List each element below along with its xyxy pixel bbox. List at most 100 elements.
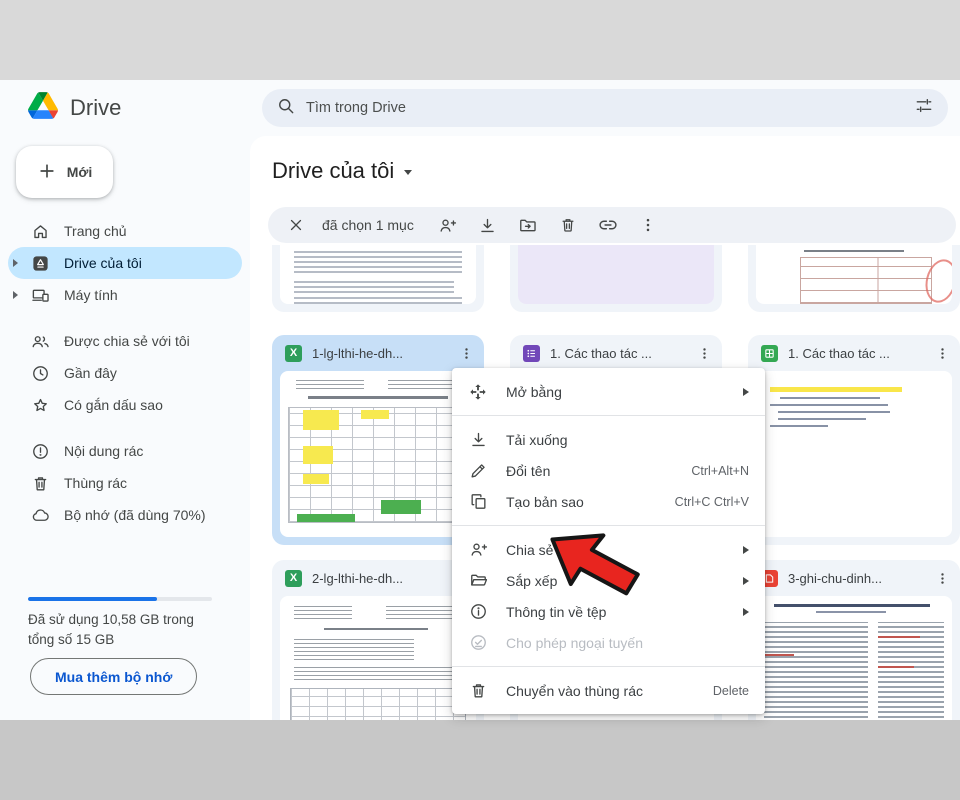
menu-item-download[interactable]: Tải xuống [452, 424, 765, 455]
sheets-file-icon [761, 345, 778, 362]
drive-logo-icon [28, 92, 58, 124]
menu-item-label: Tạo bản sao [506, 494, 584, 510]
file-more-button[interactable] [692, 341, 716, 365]
menu-item-label: Chuyển vào thùng rác [506, 683, 643, 699]
menu-item-label: Thông tin về tệp [506, 604, 606, 620]
letterbox-top [0, 0, 960, 80]
file-more-button[interactable] [930, 566, 954, 590]
file-more-button[interactable] [454, 341, 478, 365]
sidebar-item-label: Thùng rác [64, 475, 127, 491]
menu-divider [452, 666, 765, 667]
file-more-button[interactable] [930, 341, 954, 365]
file-name: 3-ghi-chu-dinh... [788, 571, 920, 586]
recent-icon [30, 363, 50, 383]
menu-item-open-with[interactable]: Mở bằng [452, 376, 765, 407]
file-preview [280, 371, 476, 537]
file-preview [756, 371, 952, 537]
page-title-label: Drive của tôi [272, 158, 394, 184]
file-card[interactable]: 1. Các thao tác ... [748, 335, 960, 545]
menu-item-move-to-trash[interactable]: Chuyển vào thùng rác Delete [452, 675, 765, 706]
app-title: Drive [70, 95, 121, 121]
download-icon [468, 430, 488, 450]
file-card-header: 3-ghi-chu-dinh... [748, 560, 960, 596]
file-preview [280, 245, 476, 304]
menu-item-label: Đổi tên [506, 463, 550, 479]
sidebar-item-my-drive[interactable]: Drive của tôi [8, 247, 242, 279]
buy-storage-button[interactable]: Mua thêm bộ nhớ [30, 658, 197, 695]
file-card-partial[interactable] [510, 245, 722, 312]
trash-button[interactable] [552, 209, 584, 241]
copy-icon [468, 492, 488, 512]
excel-file-icon: X [285, 570, 302, 587]
sidebar-item-trash[interactable]: Thùng rác [8, 467, 242, 499]
menu-item-make-copy[interactable]: Tạo bản sao Ctrl+C Ctrl+V [452, 486, 765, 517]
link-button[interactable] [592, 209, 624, 241]
new-button-label: Mới [67, 164, 93, 180]
search-options-icon[interactable] [914, 96, 934, 121]
page-title[interactable]: Drive của tôi [272, 158, 412, 184]
sidebar-item-label: Bộ nhớ (đã dùng 70%) [64, 507, 206, 523]
sidebar-item-computers[interactable]: Máy tính [8, 279, 242, 311]
selection-toolbar: đã chọn 1 mục [268, 207, 956, 243]
share-button[interactable] [432, 209, 464, 241]
spam-icon [30, 441, 50, 461]
trash-icon [468, 681, 488, 701]
menu-item-rename[interactable]: Đổi tên Ctrl+Alt+N [452, 455, 765, 486]
sidebar-item-starred[interactable]: Có gắn dấu sao [8, 389, 242, 421]
file-card-header: 1. Các thao tác ... [748, 335, 960, 371]
search-icon [276, 96, 296, 121]
expand-caret-icon[interactable] [13, 291, 18, 299]
file-name: 1. Các thao tác ... [550, 346, 682, 361]
menu-item-label: Tải xuống [506, 432, 567, 448]
file-card[interactable]: 3-ghi-chu-dinh... [748, 560, 960, 720]
submenu-arrow-icon [743, 608, 749, 616]
sidebar-item-storage[interactable]: Bộ nhớ (đã dùng 70%) [8, 499, 242, 531]
file-preview [756, 245, 952, 304]
menu-divider [452, 525, 765, 526]
share-person-add-icon [468, 540, 488, 560]
menu-item-label: Mở bằng [506, 384, 562, 400]
more-options-button[interactable] [632, 209, 664, 241]
sidebar-item-label: Có gắn dấu sao [64, 397, 163, 413]
menu-item-label: Cho phép ngoại tuyến [506, 635, 643, 651]
sidebar: Mới Trang chủ Drive của tôi [0, 136, 250, 720]
letterbox-bottom [0, 720, 960, 800]
file-preview [756, 596, 952, 720]
search-bar[interactable] [262, 89, 948, 127]
sidebar-item-label: Được chia sẻ với tôi [64, 333, 190, 349]
sidebar-item-shared-with-me[interactable]: Được chia sẻ với tôi [8, 325, 242, 357]
file-card-partial[interactable] [748, 245, 960, 312]
clear-selection-button[interactable] [280, 209, 312, 241]
menu-divider [452, 415, 765, 416]
file-name: 1-lg-lthi-he-dh... [312, 346, 444, 361]
file-name: 1. Các thao tác ... [788, 346, 920, 361]
organize-folder-icon [468, 571, 488, 591]
sidebar-item-recent[interactable]: Gần đây [8, 357, 242, 389]
submenu-arrow-icon [743, 577, 749, 585]
move-to-folder-button[interactable] [512, 209, 544, 241]
menu-shortcut: Ctrl+Alt+N [691, 464, 749, 478]
submenu-arrow-icon [743, 388, 749, 396]
menu-item-offline: Cho phép ngoại tuyến [452, 627, 765, 658]
new-button[interactable]: Mới [16, 146, 113, 198]
computers-icon [30, 285, 50, 305]
drive-logo-area[interactable]: Drive [28, 92, 121, 124]
sidebar-item-label: Nội dung rác [64, 443, 143, 459]
sidebar-nav: Trang chủ Drive của tôi Máy tính [8, 215, 242, 531]
selection-count: đã chọn 1 mục [322, 217, 414, 233]
expand-caret-icon[interactable] [13, 259, 18, 267]
excel-file-icon: X [285, 345, 302, 362]
menu-shortcut: Ctrl+C Ctrl+V [675, 495, 749, 509]
rename-icon [468, 461, 488, 481]
search-input[interactable] [306, 100, 904, 116]
plus-icon [37, 161, 57, 184]
file-row-partial [272, 245, 960, 312]
sidebar-item-home[interactable]: Trang chủ [8, 215, 242, 247]
offline-pin-icon [468, 633, 488, 653]
storage-progress-fill [28, 597, 157, 601]
file-card-partial[interactable] [272, 245, 484, 312]
sidebar-item-spam[interactable]: Nội dung rác [8, 435, 242, 467]
screenshot-root: Drive Mới [0, 0, 960, 800]
forms-file-icon [523, 345, 540, 362]
download-button[interactable] [472, 209, 504, 241]
